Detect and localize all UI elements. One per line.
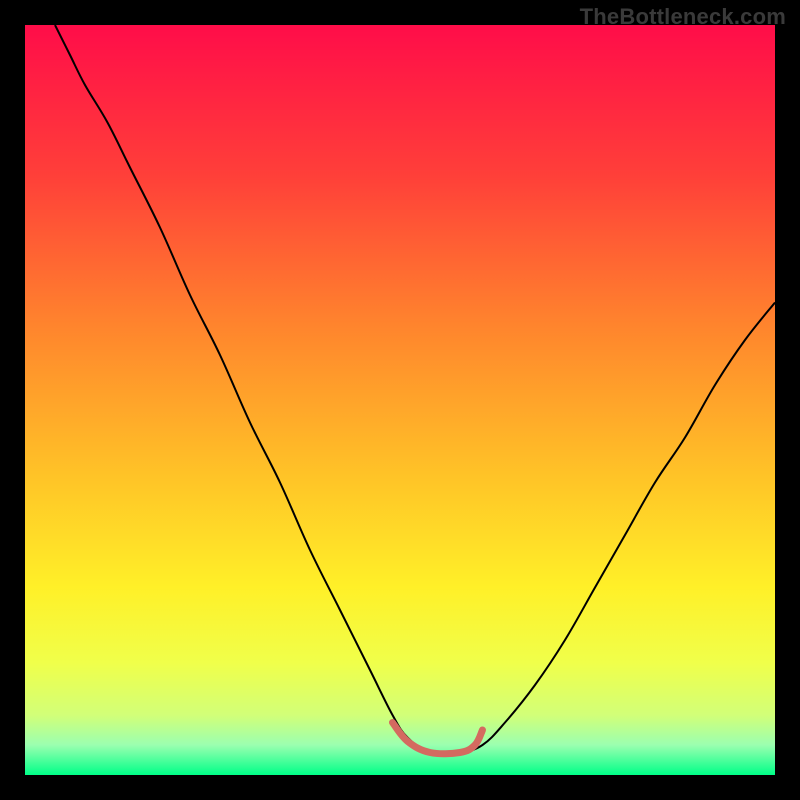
watermark-text: TheBottleneck.com: [580, 4, 786, 30]
gradient-background: [25, 25, 775, 775]
bottleneck-chart: [25, 25, 775, 775]
chart-frame: TheBottleneck.com: [0, 0, 800, 800]
plot-area: [25, 25, 775, 775]
